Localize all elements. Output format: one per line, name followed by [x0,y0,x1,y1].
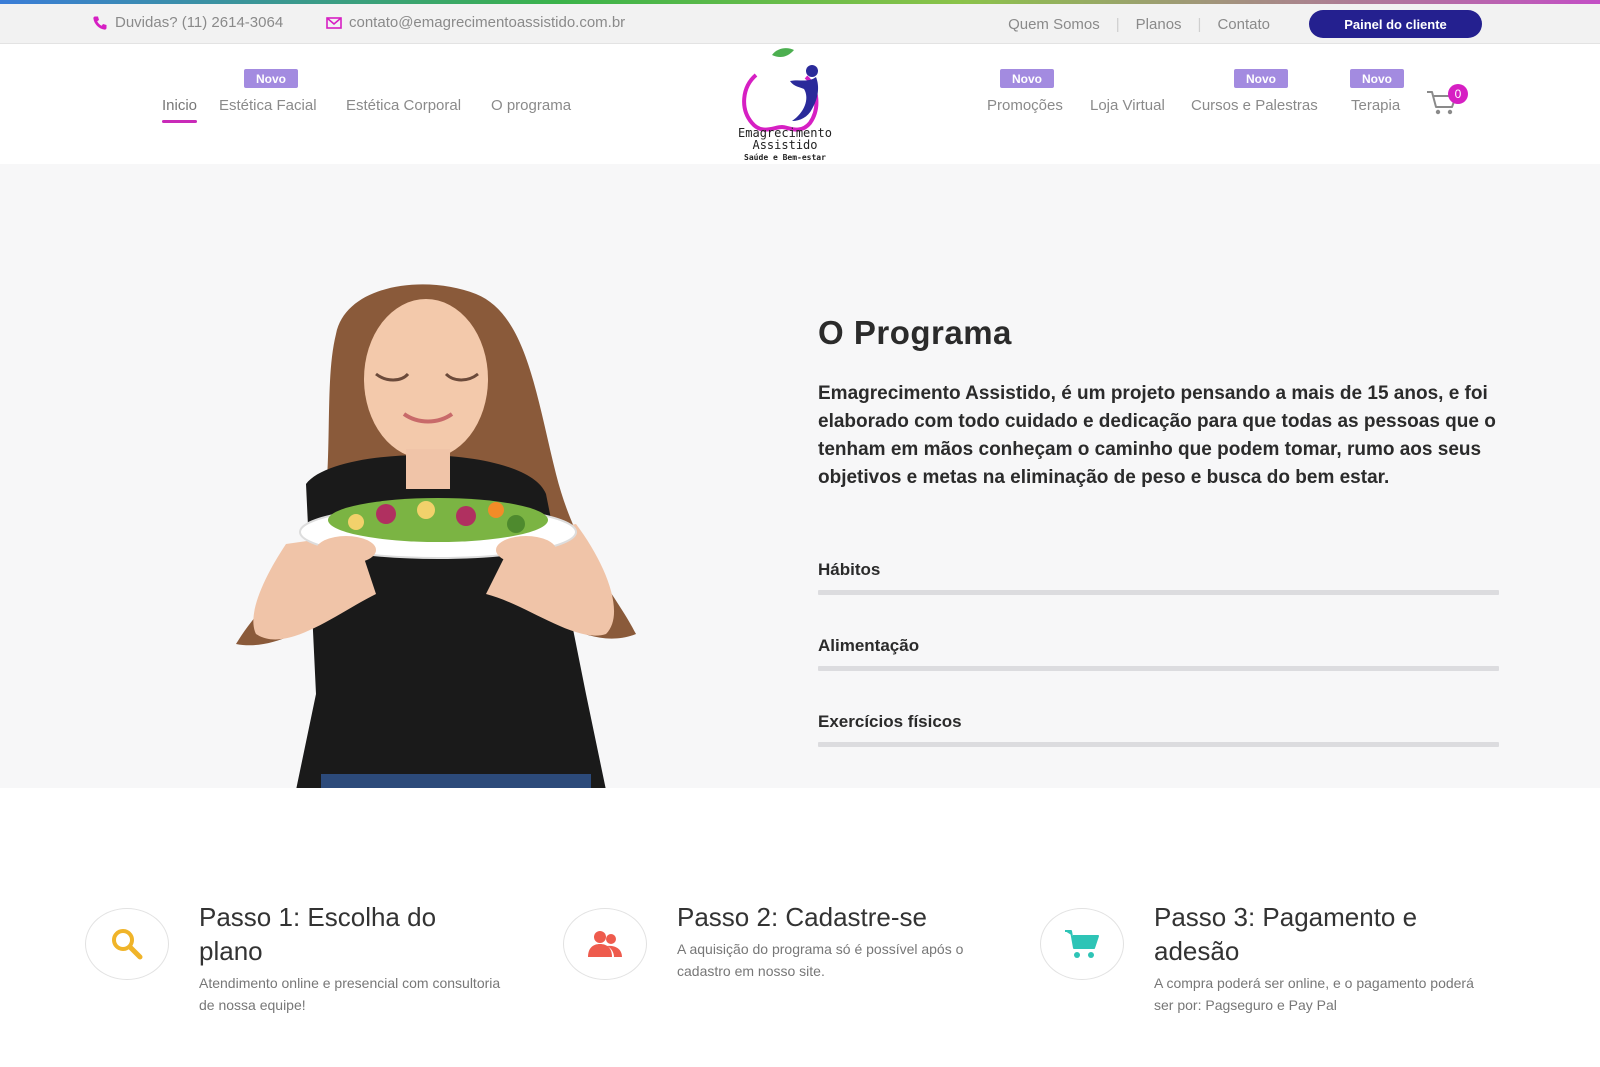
email-contact[interactable]: contato@emagrecimentoassistido.com.br [326,14,625,31]
phone-icon [93,16,107,30]
cart-count-badge: 0 [1448,84,1468,104]
email-text: contato@emagrecimentoassistido.com.br [349,14,626,31]
step-3-title: Passo 3: Pagamento e adesão [1154,902,1418,966]
separator: | [1197,16,1202,33]
link-contato[interactable]: Contato [1217,16,1270,33]
client-panel-button[interactable]: Painel do cliente [1309,10,1482,38]
mail-icon [326,16,342,29]
new-badge: Novo [1234,69,1288,88]
step-2-description: A aquisição do programa só é possível ap… [677,941,964,979]
step-2-icon-circle [563,908,647,980]
link-planos[interactable]: Planos [1136,16,1182,33]
nav-inicio[interactable]: Inicio [162,97,198,123]
separator: | [1115,16,1120,33]
hero-section: O Programa Emagrecimento Assistido, é um… [0,164,1600,788]
brand-logo[interactable]: Emagrecimento Assistido Saúde e Bem-esta… [712,47,858,165]
nav-loja-virtual[interactable]: Loja Virtual [1090,97,1165,114]
step-3-icon-circle [1040,908,1124,980]
step-1-title: Passo 1: Escolha do plano [199,902,437,966]
nav-promocoes[interactable]: Promoções [987,97,1063,114]
step-2-title: Passo 2: Cadastre-se [677,902,928,932]
accordion-divider [818,666,1499,671]
search-icon [112,929,143,960]
nav-terapia[interactable]: Terapia [1351,97,1400,114]
accordion-divider [818,742,1499,747]
accordion-alimentacao[interactable]: Alimentação [818,636,1499,671]
step-1-description: Atendimento online e presencial com cons… [199,975,501,1013]
main-header: Inicio Novo Estética Facial Estética Cor… [0,45,1600,164]
logo-tagline: Saúde e Bem-estar [744,153,826,162]
users-icon [588,931,622,957]
logo-line2: Assistido [752,138,817,152]
phone-contact[interactable]: Duvidas? (11) 2614-3064 [92,14,283,31]
hero-title: O Programa [818,314,1012,351]
link-quem-somos[interactable]: Quem Somos [1008,16,1100,33]
top-links: Quem Somos | Planos | Contato [1008,16,1270,33]
step-3-description: A compra poderá ser online, e o pagament… [1154,975,1474,1013]
phone-text: Duvidas? (11) 2614-3064 [115,14,284,31]
nav-estetica-corporal[interactable]: Estética Corporal [346,97,461,114]
new-badge: Novo [244,69,298,88]
new-badge: Novo [1350,69,1404,88]
accordion-habitos[interactable]: Hábitos [818,560,1499,595]
cart-icon [1065,930,1099,958]
nav-cursos-palestras[interactable]: Cursos e Palestras [1191,97,1318,114]
accordion-divider [818,590,1499,595]
top-bar: Duvidas? (11) 2614-3064 contato@emagreci… [0,4,1600,44]
nav-o-programa[interactable]: O programa [491,97,571,114]
hero-description: Emagrecimento Assistido, é um projeto pe… [818,383,1496,488]
accordion-exercicios[interactable]: Exercícios físicos [818,712,1499,747]
step-1-icon-circle [85,908,169,980]
new-badge: Novo [1000,69,1054,88]
nav-estetica-facial[interactable]: Estética Facial [219,97,317,114]
leaf-shape [772,48,794,58]
accordion-label[interactable]: Exercícios físicos [818,712,1499,732]
woman-with-salad-image [236,284,636,788]
accordion-label[interactable]: Hábitos [818,560,1499,580]
accordion-label[interactable]: Alimentação [818,636,1499,656]
